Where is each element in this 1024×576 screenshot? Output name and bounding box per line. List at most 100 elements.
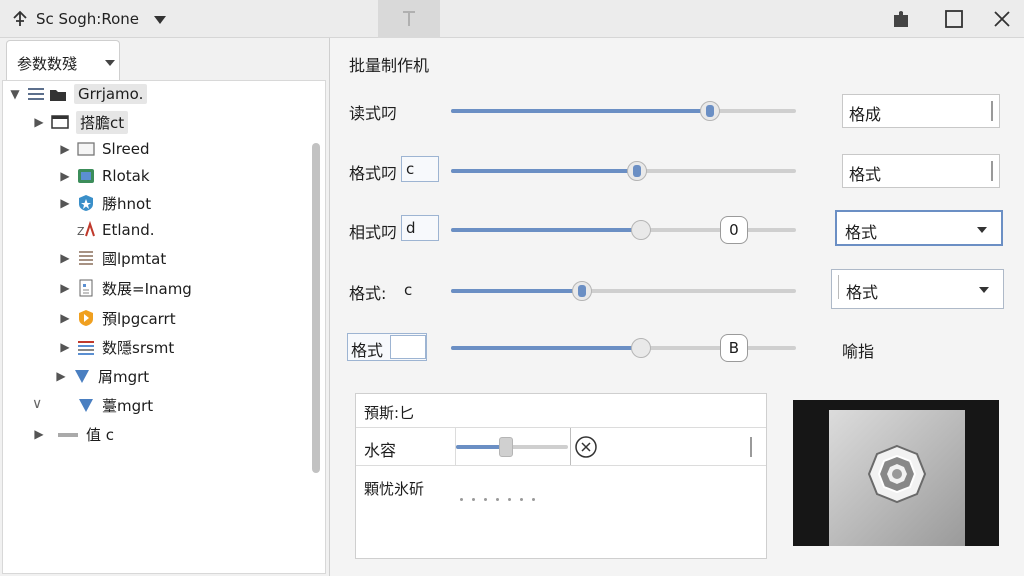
menu-caret-icon[interactable]: [154, 16, 166, 24]
param-slider[interactable]: [451, 159, 796, 183]
param-small-box[interactable]: d: [401, 215, 439, 241]
tree-item-label: Rlotak: [102, 167, 150, 185]
chevron-down-icon[interactable]: [979, 287, 989, 293]
expand-arrow-icon[interactable]: ▶: [56, 340, 74, 354]
group-row: 水容: [356, 428, 766, 466]
group-header: 預斯:匕: [356, 394, 766, 428]
param-field[interactable]: 格式: [842, 154, 1000, 188]
center-tab[interactable]: [378, 0, 440, 38]
expand-arrow-icon[interactable]: ▶: [56, 281, 74, 295]
tree-row[interactable]: ▶ 搭膽ct: [30, 110, 129, 134]
tree-row[interactable]: ▶ 数隱srsmt: [56, 335, 174, 359]
param-field[interactable]: 格成: [842, 94, 1000, 128]
tree-item-label: 数隱srsmt: [102, 338, 175, 357]
tree-item-label: Grrjamo.: [74, 84, 148, 104]
group-row-label: 水容: [364, 441, 397, 460]
tree-row[interactable]: ▶ Rlotak: [56, 164, 150, 188]
slider-knob[interactable]: [630, 220, 651, 240]
bar-icon: [50, 425, 80, 443]
tree-item-label: 搭膽ct: [76, 110, 129, 134]
param-combo[interactable]: 格式: [835, 210, 1003, 246]
slider-knob[interactable]: [627, 161, 648, 181]
preview-image: [793, 400, 999, 546]
tree-row[interactable]: ▶ Slreed: [56, 137, 150, 161]
dotted-indicator: [460, 486, 544, 505]
maximize-icon[interactable]: [942, 7, 966, 31]
param-slider[interactable]: 0: [451, 216, 796, 244]
param-label: 读式叼: [349, 104, 398, 123]
tab-parameters[interactable]: 参数数殘: [6, 40, 120, 80]
folder-icon: [48, 85, 68, 103]
param-slider[interactable]: [451, 279, 796, 303]
group-footer-label: 顆忧氷斫: [364, 480, 425, 498]
tree-item-label: 薹mgrt: [102, 396, 154, 415]
expand-arrow-icon[interactable]: ▶: [56, 196, 74, 210]
tree-item-label: Etland.: [102, 221, 155, 239]
tree-row[interactable]: ▶ 國lpmtat: [56, 246, 166, 270]
section-title: 批量制作机: [349, 56, 430, 75]
document-icon: [76, 279, 96, 297]
expand-arrow-icon[interactable]: ▶: [30, 427, 48, 441]
combo-value: 格式: [845, 223, 878, 242]
expand-arrow-icon[interactable]: ▶: [30, 115, 48, 129]
param-text-value: 喻指: [842, 342, 875, 361]
clear-icon[interactable]: [574, 435, 598, 459]
chevron-down-icon[interactable]: [105, 60, 115, 66]
expand-arrow-icon[interactable]: ▶: [56, 142, 74, 156]
slider-knob[interactable]: [699, 101, 720, 121]
param-slider[interactable]: [451, 99, 796, 123]
value-bubble: B: [719, 334, 748, 362]
expand-arrow-icon[interactable]: ▶: [56, 251, 74, 265]
param-label: 相式叼: [349, 223, 398, 242]
param-label: 格式: [351, 341, 384, 360]
param-combo[interactable]: 格式: [831, 269, 1004, 309]
map-icon: [76, 167, 96, 185]
mini-slider[interactable]: [456, 435, 568, 459]
expand-arrow-icon[interactable]: ▶: [56, 169, 74, 183]
center-tab-icon: [403, 11, 415, 26]
slider-fill: [451, 228, 641, 232]
param-slider[interactable]: B: [451, 334, 796, 362]
param-label: 格式:: [349, 284, 387, 303]
extension-icon[interactable]: [889, 7, 913, 31]
combo-value: 格式: [846, 283, 879, 302]
toggle-input[interactable]: [390, 335, 426, 359]
param-toggle-box[interactable]: 格式: [347, 333, 427, 361]
tree-row[interactable]: ▶ 屑mgrt: [52, 364, 149, 388]
tree-scrollbar[interactable]: [312, 143, 320, 473]
param-small-box[interactable]: c: [401, 156, 439, 182]
group-title: 預斯:匕: [364, 404, 415, 422]
slider-fill: [451, 169, 638, 173]
tree-row[interactable]: ▶ 預lpgcarrt: [56, 306, 176, 330]
chevron-down-icon[interactable]: [977, 227, 987, 233]
shield-star-icon: [76, 194, 96, 212]
tree-item-label: Slreed: [102, 140, 150, 158]
tree-item-label: 数展=Inamg: [102, 279, 192, 298]
tree-row[interactable]: ▶ 值 c: [30, 422, 114, 446]
tree-row[interactable]: ▶ 数展=Inamg: [56, 276, 192, 300]
small-box-value: d: [406, 219, 416, 237]
param-small-value: c: [404, 281, 413, 299]
tree-item-label: 預lpgcarrt: [102, 309, 176, 328]
za-icon: Z: [76, 220, 96, 239]
collapse-marker[interactable]: ∨: [32, 396, 42, 412]
title-bar: Sc Sogh:Rone: [0, 0, 1024, 38]
tree-row[interactable]: ▶ 勝hnot: [56, 191, 151, 215]
expand-arrow-icon[interactable]: ▶: [52, 369, 70, 383]
pin-icon[interactable]: [10, 9, 30, 29]
expand-arrow-icon[interactable]: ▶: [56, 311, 74, 325]
tree-row[interactable]: Z Etland.: [56, 218, 155, 242]
field-value: 格式: [849, 165, 882, 184]
tree-row[interactable]: ▼ Grrjamo.: [6, 82, 148, 106]
window-icon: [76, 140, 96, 158]
tab-label: 参数数殘: [17, 55, 78, 73]
expand-arrow-icon[interactable]: ▼: [6, 87, 24, 101]
slider-knob[interactable]: [499, 437, 514, 457]
tree-row[interactable]: 薹mgrt: [56, 393, 153, 417]
slider-knob[interactable]: [572, 281, 593, 301]
field-value: 格成: [849, 105, 882, 124]
slider-knob[interactable]: [630, 338, 651, 358]
small-box-value: c: [406, 160, 415, 178]
close-icon[interactable]: [990, 7, 1014, 31]
tree-item-label: 勝hnot: [102, 194, 152, 213]
